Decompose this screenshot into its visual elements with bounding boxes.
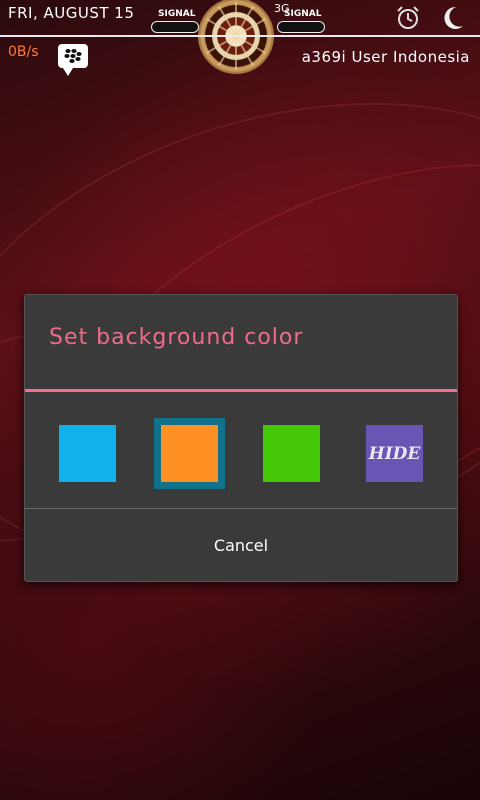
title-divider <box>25 389 457 392</box>
status-widget: FRI, AUGUST 15 SIGNAL 3G SIGNAL 0B/s a36… <box>0 0 480 80</box>
signal-left-meter <box>151 21 199 33</box>
dialog-title: Set background color <box>49 325 304 350</box>
signal-left-label: SIGNAL <box>158 9 196 19</box>
set-background-color-dialog: Set background color HIDE Cancel <box>24 294 458 582</box>
moon-icon[interactable] <box>438 4 466 32</box>
swatch-orange[interactable] <box>161 425 218 482</box>
alarm-clock-icon[interactable] <box>394 4 422 32</box>
date-label: FRI, AUGUST 15 <box>8 4 135 22</box>
swatch-green[interactable] <box>263 425 320 482</box>
user-label: a369i User Indonesia <box>301 48 470 66</box>
swatch-hide[interactable]: HIDE <box>366 425 423 482</box>
signal-right-label: SIGNAL <box>284 9 322 19</box>
hide-label: HIDE <box>368 443 421 464</box>
color-swatch-row: HIDE <box>25 425 457 483</box>
cancel-button[interactable]: Cancel <box>25 509 457 581</box>
data-speed: 0B/s <box>8 44 39 60</box>
swatch-blue[interactable] <box>59 425 116 482</box>
bbm-chat-icon[interactable] <box>58 44 88 76</box>
signal-right-meter <box>277 21 325 33</box>
divider-line <box>0 35 480 37</box>
